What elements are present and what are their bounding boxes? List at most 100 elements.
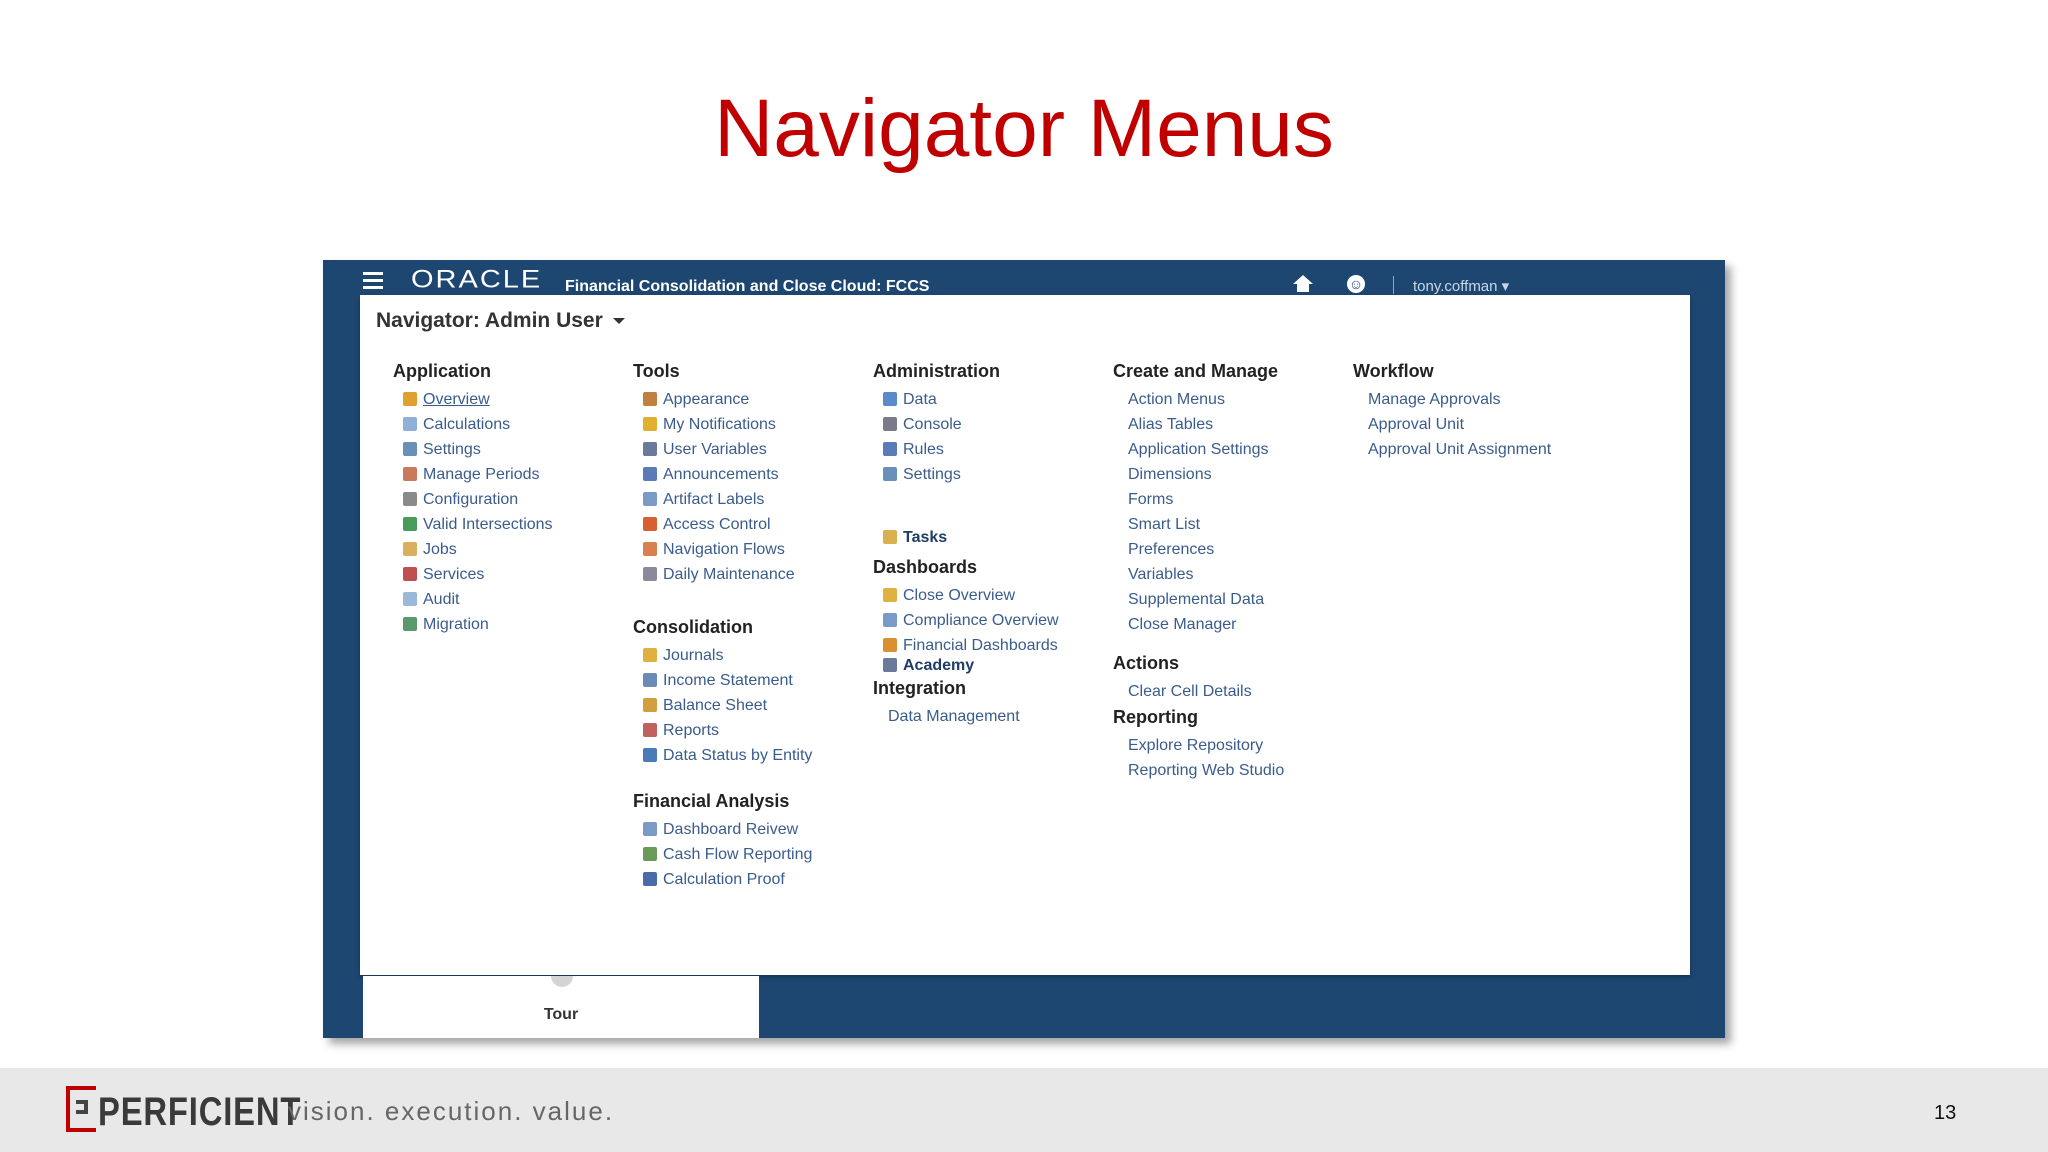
nav-item[interactable]: Reporting Web Studio (1128, 760, 1284, 782)
nav-item-label: Valid Intersections (423, 516, 553, 533)
nav-item[interactable]: Dashboard Reivew (643, 819, 798, 841)
migration-icon (403, 617, 417, 631)
cash-flow-icon (643, 847, 657, 861)
nav-item[interactable]: Approval Unit (1368, 414, 1464, 436)
nav-item[interactable]: Application Settings (1128, 439, 1269, 461)
financial-dashboards-icon (883, 638, 897, 652)
nav-item[interactable]: Journals (643, 645, 723, 667)
nav-item[interactable]: Calculation Proof (643, 869, 785, 891)
nav-item[interactable]: Reports (643, 720, 719, 742)
nav-item[interactable]: Alias Tables (1128, 414, 1213, 436)
tour-handle-icon (551, 976, 573, 987)
nav-item[interactable]: Jobs (403, 539, 457, 561)
section-title: Create and Manage (1113, 361, 1279, 381)
nav-item[interactable]: Navigation Flows (643, 539, 785, 561)
nav-item-label: Access Control (663, 516, 771, 533)
nav-item[interactable]: Explore Repository (1128, 735, 1263, 757)
section-title: Integration (873, 678, 966, 698)
nav-item[interactable]: Settings (883, 464, 961, 486)
nav-item[interactable]: Approval Unit Assignment (1368, 439, 1551, 461)
navigator-title[interactable]: Navigator: Admin User (376, 309, 625, 333)
nav-item[interactable]: Dimensions (1128, 464, 1212, 486)
nav-item-label: Navigation Flows (663, 541, 785, 558)
nav-item[interactable]: Daily Maintenance (643, 564, 795, 586)
nav-item[interactable]: Configuration (403, 489, 518, 511)
periods-icon (403, 467, 417, 481)
nav-item[interactable]: Settings (403, 439, 481, 461)
access-control-icon (643, 517, 657, 531)
nav-item[interactable]: Calculations (403, 414, 510, 436)
nav-item[interactable]: Variables (1128, 564, 1194, 586)
user-variables-icon (643, 442, 657, 456)
nav-item-label: Reporting Web Studio (1128, 762, 1285, 779)
section-title: Administration (873, 361, 1001, 381)
configuration-icon (403, 492, 417, 506)
accessibility-icon[interactable]: ☺ (1347, 275, 1365, 293)
nav-item[interactable]: Audit (403, 589, 459, 611)
nav-item[interactable]: Rules (883, 439, 944, 461)
nav-item[interactable]: Close Overview (883, 585, 1015, 607)
academy-icon (883, 658, 897, 672)
nav-item[interactable]: Appearance (643, 389, 749, 411)
home-icon[interactable] (1293, 275, 1313, 292)
nav-item[interactable]: Supplemental Data (1128, 589, 1264, 611)
page-number: 13 (1934, 1102, 1957, 1124)
nav-item[interactable]: Forms (1128, 489, 1173, 511)
nav-item[interactable]: Manage Periods (403, 464, 540, 486)
hamburger-menu-icon[interactable] (363, 272, 383, 293)
journals-icon (643, 648, 657, 662)
maintenance-icon (643, 567, 657, 581)
nav-item[interactable]: Academy (883, 655, 974, 677)
nav-item-label: Console (903, 416, 962, 433)
nav-item[interactable]: Announcements (643, 464, 779, 486)
nav-item[interactable]: Data (883, 389, 937, 411)
section-title: Consolidation (633, 617, 753, 637)
nav-item[interactable]: My Notifications (643, 414, 776, 436)
overview-icon (403, 392, 417, 406)
tour-tab[interactable]: Tour (363, 976, 759, 1038)
nav-item[interactable]: Close Manager (1128, 614, 1237, 636)
section-title: Tools (633, 361, 680, 381)
data-status-icon (643, 748, 657, 762)
nav-item[interactable]: Balance Sheet (643, 695, 767, 717)
nav-item-label: Calculations (423, 416, 511, 433)
nav-item[interactable]: Tasks (883, 527, 947, 549)
nav-item[interactable]: Services (403, 564, 484, 586)
user-menu[interactable]: tony.coffman ▾ (1413, 277, 1509, 295)
nav-item[interactable]: Clear Cell Details (1128, 681, 1252, 703)
nav-item-label: Tasks (903, 529, 948, 546)
compliance-icon (883, 613, 897, 627)
nav-item-label: Journals (663, 647, 724, 664)
nav-item[interactable]: Data Management (888, 706, 1020, 728)
app-header: ORACLE Financial Consolidation and Close… (323, 260, 1725, 296)
nav-item[interactable]: Artifact Labels (643, 489, 764, 511)
nav-item[interactable]: Manage Approvals (1368, 389, 1501, 411)
nav-item[interactable]: Preferences (1128, 539, 1214, 561)
nav-item[interactable]: Overview (403, 389, 490, 411)
nav-item[interactable]: Access Control (643, 514, 771, 536)
oracle-logo: ORACLE (411, 266, 543, 294)
nav-item-label: Approval Unit Assignment (1368, 441, 1552, 458)
console-icon (883, 417, 897, 431)
nav-item[interactable]: Smart List (1128, 514, 1200, 536)
announcements-icon (643, 467, 657, 481)
nav-item-label: Overview (423, 391, 490, 408)
nav-item[interactable]: Migration (403, 614, 489, 636)
nav-item-label: Approval Unit (1368, 416, 1465, 433)
nav-item[interactable]: Compliance Overview (883, 610, 1059, 632)
nav-item[interactable]: Financial Dashboards (883, 635, 1058, 657)
appearance-icon (643, 392, 657, 406)
nav-item-label: Alias Tables (1128, 416, 1214, 433)
nav-item[interactable]: Valid Intersections (403, 514, 553, 536)
balance-sheet-icon (643, 698, 657, 712)
nav-item[interactable]: Cash Flow Reporting (643, 844, 812, 866)
audit-icon (403, 592, 417, 606)
nav-item-label: Data Status by Entity (663, 747, 813, 764)
nav-item[interactable]: Data Status by Entity (643, 745, 812, 767)
nav-item[interactable]: User Variables (643, 439, 767, 461)
section-title: Actions (1113, 653, 1180, 673)
nav-item[interactable]: Action Menus (1128, 389, 1225, 411)
perficient-logo-icon (66, 1086, 96, 1132)
nav-item[interactable]: Income Statement (643, 670, 793, 692)
nav-item[interactable]: Console (883, 414, 962, 436)
